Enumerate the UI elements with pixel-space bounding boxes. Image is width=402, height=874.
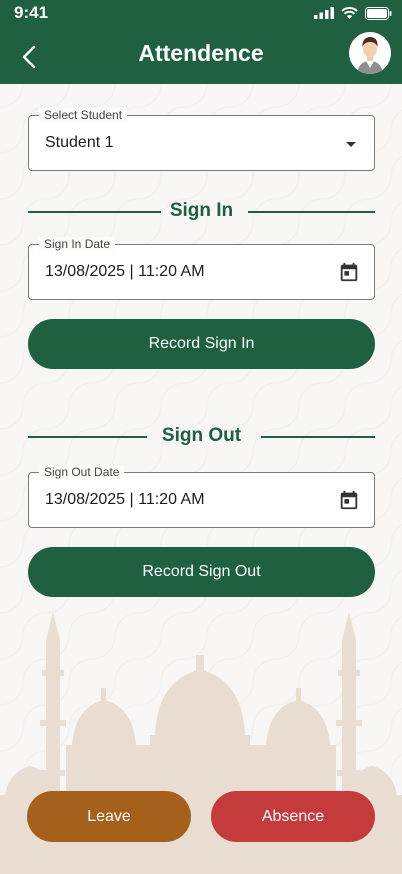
student-select-label: Select Student	[39, 108, 128, 122]
battery-icon	[365, 6, 392, 20]
student-select[interactable]: Select Student Student 1	[28, 108, 375, 171]
sign-out-date-field[interactable]: Sign Out Date 13/08/2025 | 11:20 AM	[28, 465, 375, 528]
page-title: Attendence	[138, 40, 264, 66]
wifi-icon	[341, 7, 358, 19]
leave-button[interactable]: Leave	[27, 791, 191, 842]
sign-in-heading: Sign In	[28, 200, 375, 224]
app-header: 9:41 Attendence	[0, 0, 402, 84]
avatar[interactable]	[349, 32, 391, 74]
status-bar: 9:41	[0, 0, 402, 26]
status-icons	[314, 5, 392, 21]
divider-right	[261, 436, 375, 438]
avatar-image	[349, 32, 391, 74]
divider-right	[248, 211, 375, 213]
absence-button[interactable]: Absence	[211, 791, 375, 842]
sign-in-date-field[interactable]: Sign In Date 13/08/2025 | 11:20 AM	[28, 237, 375, 300]
sign-out-date-value: 13/08/2025 | 11:20 AM	[45, 491, 205, 508]
calendar-icon[interactable]	[338, 489, 360, 511]
student-select-value: Student 1	[45, 134, 114, 151]
calendar-icon[interactable]	[338, 261, 360, 283]
sign-out-heading: Sign Out	[28, 425, 375, 449]
record-sign-out-button[interactable]: Record Sign Out	[28, 547, 375, 597]
sign-out-date-label: Sign Out Date	[39, 465, 125, 479]
record-sign-in-button[interactable]: Record Sign In	[28, 319, 375, 369]
sign-in-date-value: 13/08/2025 | 11:20 AM	[45, 263, 205, 280]
sign-in-date-label: Sign In Date	[39, 237, 116, 251]
signal-icon	[314, 7, 334, 19]
caret-down-icon	[346, 142, 356, 147]
status-time: 9:41	[14, 3, 49, 22]
